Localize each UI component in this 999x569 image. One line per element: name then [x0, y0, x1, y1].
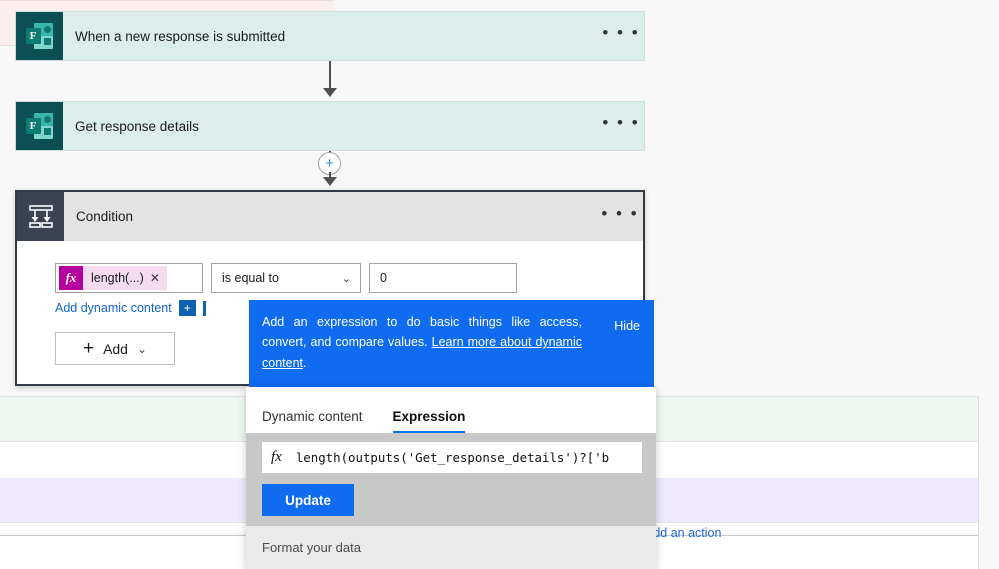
chevron-down-icon: ⌄: [136, 341, 148, 356]
trigger-card-forms-new-response[interactable]: F When a new response is submitted • • •: [15, 11, 645, 61]
connector-line-1: [329, 61, 331, 91]
add-dynamic-content-label[interactable]: Add dynamic content: [55, 301, 172, 315]
connector-arrow-2: [323, 177, 337, 186]
add-button-label: Add: [103, 340, 128, 357]
forms-icon-letter: F: [25, 28, 41, 44]
fx-icon: fx: [271, 449, 282, 465]
condition-operator-select[interactable]: is equal to ⌄: [211, 263, 361, 293]
tab-expression[interactable]: Expression: [392, 409, 465, 433]
condition-operator-value: is equal to: [222, 271, 279, 285]
expression-token-label: length(...): [91, 271, 144, 285]
update-button[interactable]: Update: [262, 484, 354, 516]
condition-left-operand-field[interactable]: fx length(...) ✕: [55, 263, 203, 293]
background-right-edge: [978, 396, 979, 569]
expression-flyout-footer: Format your data: [246, 526, 656, 569]
condition-card-overflow-icon[interactable]: • • •: [597, 192, 643, 241]
condition-row: fx length(...) ✕ is equal to ⌄ 0: [55, 263, 643, 293]
expression-token-chip[interactable]: length(...) ✕: [83, 266, 167, 290]
microsoft-forms-icon: F: [16, 12, 63, 60]
text-caret: [202, 300, 206, 316]
condition-card-header[interactable]: Condition • • •: [17, 192, 643, 241]
action-card-get-response-details[interactable]: F Get response details • • •: [15, 101, 645, 151]
expression-flyout-tabs: Dynamic content Expression: [246, 387, 656, 433]
condition-branch-icon: [17, 192, 64, 241]
condition-card-title: Condition: [76, 209, 134, 224]
expression-flyout-panel: Dynamic content Expression fx length(out…: [246, 387, 656, 569]
expression-coach-tooltip: Hide Add an expression to do basic thing…: [237, 300, 654, 387]
add-an-action-link[interactable]: Add an action: [645, 526, 765, 540]
condition-compare-value-input[interactable]: 0: [369, 263, 517, 293]
format-your-data-label: Format your data: [262, 540, 361, 555]
add-dynamic-content-plus-icon[interactable]: +: [178, 300, 196, 316]
expression-input-value: length(outputs('Get_response_details')?[…: [295, 450, 610, 465]
chevron-down-icon: ⌄: [341, 272, 351, 285]
close-icon[interactable]: ✕: [150, 271, 160, 285]
flow-designer-canvas: Add an action F When a new response is s…: [0, 0, 999, 569]
expression-input[interactable]: fx length(outputs('Get_response_details'…: [262, 442, 642, 473]
add-condition-row-button[interactable]: + Add ⌄: [55, 332, 175, 365]
action-card-title: Get response details: [75, 118, 199, 134]
tooltip-arrow: [237, 308, 249, 330]
connector-arrow-1: [323, 88, 337, 97]
tooltip-period: .: [303, 355, 307, 370]
plus-icon: +: [82, 337, 95, 359]
condition-compare-value: 0: [380, 271, 387, 285]
tab-dynamic-content[interactable]: Dynamic content: [262, 409, 363, 433]
trigger-card-title: When a new response is submitted: [75, 28, 286, 44]
fx-icon: fx: [59, 266, 83, 290]
microsoft-forms-icon: F: [16, 102, 63, 150]
forms-icon-letter: F: [25, 118, 41, 134]
tooltip-text-line-1: Add an expression to do basic things lik…: [262, 315, 582, 329]
action-card-overflow-icon[interactable]: • • •: [598, 102, 644, 150]
tooltip-hide-button[interactable]: Hide: [614, 316, 640, 336]
expression-editor-zone: fx length(outputs('Get_response_details'…: [246, 433, 656, 526]
trigger-card-overflow-icon[interactable]: • • •: [598, 12, 644, 60]
tooltip-text-line-2: convert, and compare values.: [262, 335, 432, 350]
